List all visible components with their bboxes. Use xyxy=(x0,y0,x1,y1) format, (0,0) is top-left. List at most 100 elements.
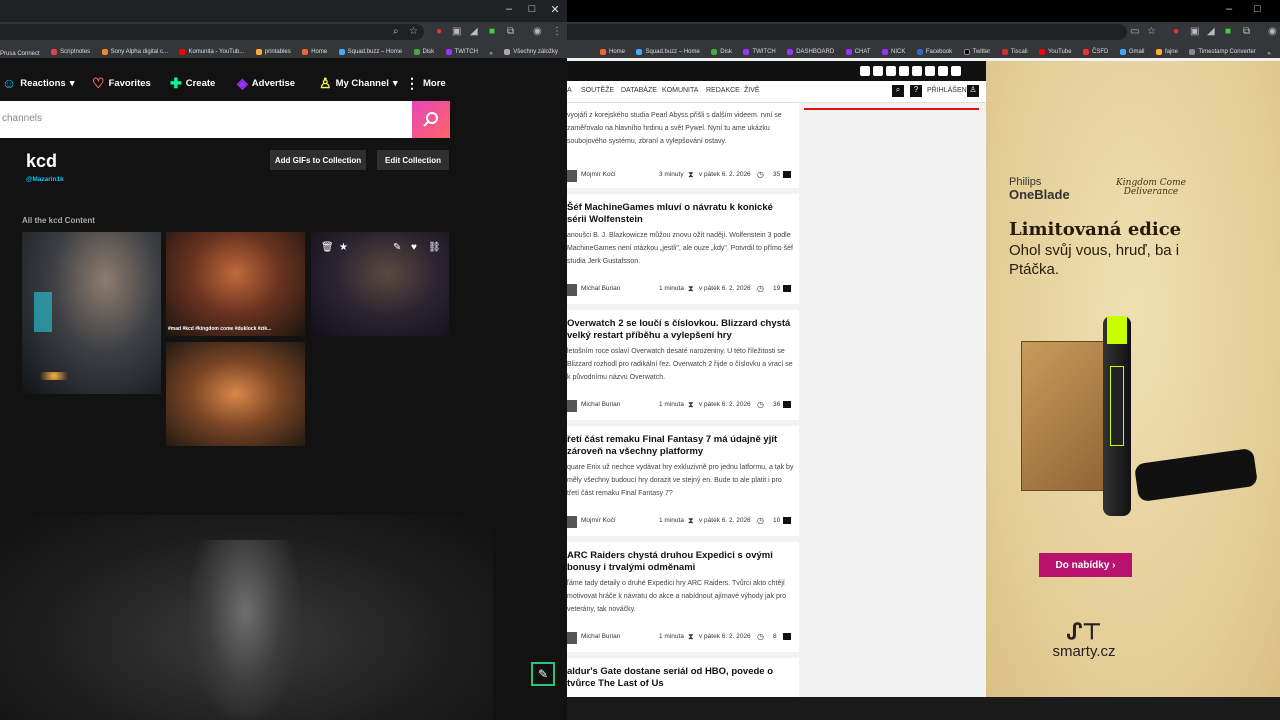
bookmark-folder[interactable]: Všechny záložky xyxy=(504,44,558,58)
extension-icon[interactable]: ▣ xyxy=(452,26,461,37)
user-icon[interactable]: ♙ xyxy=(967,85,979,97)
bookmark[interactable]: CHAT xyxy=(845,44,871,58)
bookmark[interactable]: Disk xyxy=(711,44,732,58)
nav-redakce[interactable]: REDAKCE xyxy=(706,87,740,94)
trash-icon[interactable]: 🗑 xyxy=(321,242,334,253)
bookmark[interactable]: printables xyxy=(255,44,291,58)
extension-icon[interactable]: ◢ xyxy=(1207,26,1215,37)
twitter-icon[interactable] xyxy=(912,66,922,76)
bookmark[interactable]: TWITCH xyxy=(445,44,478,58)
bookmark[interactable]: Home xyxy=(302,44,327,58)
zoom-icon[interactable]: ⌕ xyxy=(393,26,399,37)
rss-icon[interactable] xyxy=(951,66,961,76)
gif-tile-hovered[interactable]: 🗑 ★ ✎ ♥ ⛓ xyxy=(311,232,449,336)
channel-handle[interactable]: @Mazarin1k xyxy=(26,176,64,183)
search-button[interactable] xyxy=(412,101,450,138)
nav-zive[interactable]: ŽIVĚ xyxy=(744,87,760,94)
help-icon[interactable]: ? xyxy=(910,85,922,97)
bookmark[interactable]: Gmail xyxy=(1119,44,1144,58)
facebook-icon[interactable] xyxy=(899,66,909,76)
nav-advertise[interactable]: ◈ Advertise xyxy=(237,75,295,92)
extensions-puzzle-icon[interactable]: ⧉ xyxy=(507,26,514,37)
nav-databaze[interactable]: DATABÁZE xyxy=(621,87,657,94)
minimize-icon[interactable]: – xyxy=(1226,3,1232,15)
nav-komunita[interactable]: KOMUNITA xyxy=(662,87,698,94)
nav-favorites[interactable]: ♡ Favorites xyxy=(92,75,151,92)
address-bar[interactable] xyxy=(0,24,424,40)
nav-soutěže[interactable]: SOUTĚŽE xyxy=(581,87,614,94)
article-title[interactable]: Overwatch 2 se loučí s číslovkou. Blizza… xyxy=(567,318,795,342)
instagram-icon[interactable] xyxy=(886,66,896,76)
author-link[interactable]: Mojmír Kočí xyxy=(581,517,616,524)
ad-cta-button[interactable]: Do nabídky › xyxy=(1039,553,1132,577)
bookmark[interactable]: Home xyxy=(600,44,625,58)
nav-create[interactable]: ✚ Create xyxy=(170,75,215,92)
pencil-icon[interactable]: ✎ xyxy=(393,242,401,253)
profile-icon[interactable]: ◉ xyxy=(533,26,542,37)
maximize-icon[interactable]: □ xyxy=(1254,3,1261,15)
article-card[interactable]: Šéf MachineGames mluví o návratu k konic… xyxy=(567,194,799,304)
heart-icon[interactable]: ♥ xyxy=(411,242,417,253)
extension-icon[interactable]: ▣ xyxy=(1190,26,1199,37)
bookmark[interactable]: YouTube xyxy=(1038,44,1072,58)
bookmark[interactable]: Squad.buzz – Home xyxy=(338,44,402,58)
cast-icon[interactable]: ▭ xyxy=(1130,26,1139,37)
author-link[interactable]: Mojmír Kočí xyxy=(581,171,616,178)
bookmark[interactable]: ČSFD xyxy=(1083,44,1108,58)
extension-icon[interactable]: ■ xyxy=(489,26,495,37)
article-card[interactable]: řetí část remaku Final Fantasy 7 má údaj… xyxy=(567,426,799,536)
nav-arrow[interactable]: A xyxy=(567,87,572,94)
bookmarks-overflow-icon[interactable]: » xyxy=(1267,46,1270,58)
bookmark[interactable]: NICK xyxy=(882,44,905,58)
author-link[interactable]: Michal Burian xyxy=(581,401,620,408)
bookmark[interactable]: Komunita - YouTub... xyxy=(179,44,244,58)
article-title[interactable]: ARC Raiders chystá druhou Expedici s ový… xyxy=(567,550,795,574)
add-gifs-button[interactable]: Add GIFs to Collection xyxy=(270,150,366,170)
steam-icon[interactable] xyxy=(938,66,948,76)
extension-icon[interactable]: ◢ xyxy=(470,26,478,37)
article-title[interactable]: Šéf MachineGames mluví o návratu k konic… xyxy=(567,202,795,226)
bookmark[interactable]: Scriptnotes xyxy=(51,44,90,58)
profile-icon[interactable]: ◉ xyxy=(1268,26,1277,37)
discord-icon[interactable] xyxy=(925,66,935,76)
gif-tile[interactable] xyxy=(22,232,161,394)
gif-tile[interactable]: #mad #kcd #kingdom come #duklock #zik... xyxy=(166,232,305,336)
nav-more[interactable]: ⋮ More xyxy=(405,75,446,92)
twitch-icon[interactable] xyxy=(873,66,883,76)
search-icon[interactable]: ⌕ xyxy=(892,85,904,97)
gif-tile[interactable] xyxy=(166,342,305,446)
bookmark[interactable]: Facebook xyxy=(916,44,952,58)
search-input[interactable]: channels xyxy=(0,101,412,138)
article-title[interactable]: řetí část remaku Final Fantasy 7 má údaj… xyxy=(567,434,795,458)
nav-reactions[interactable]: ☺ Reactions ▾ xyxy=(2,75,74,91)
bookmark[interactable]: TWITCH xyxy=(743,44,776,58)
login-link[interactable]: PŘIHLÁŠENÍ xyxy=(927,87,969,94)
bookmark[interactable]: fajne xyxy=(1155,44,1178,58)
extension-icon[interactable]: ● xyxy=(436,26,442,37)
bookmarks-overflow-icon[interactable]: » xyxy=(489,46,492,58)
extension-icon[interactable]: ● xyxy=(1173,26,1179,37)
article-card[interactable]: ARC Raiders chystá druhou Expedici s ový… xyxy=(567,542,799,652)
menu-icon[interactable]: ⋮ xyxy=(552,26,562,37)
bookmark[interactable]: Prusa Connect xyxy=(0,46,40,58)
bookmark[interactable]: Squad.buzz – Home xyxy=(636,44,700,58)
bookmark[interactable]: Sony Alpha digital c... xyxy=(101,44,168,58)
author-link[interactable]: Michal Burian xyxy=(581,285,620,292)
article-card[interactable]: aldur's Gate dostane seriál od HBO, pove… xyxy=(567,658,799,697)
minimize-icon[interactable]: – xyxy=(497,3,521,15)
bookmark[interactable]: Twitter xyxy=(963,44,990,58)
star-icon[interactable]: ★ xyxy=(339,242,348,253)
edit-pencil-button[interactable]: ✎ xyxy=(531,662,555,686)
address-bar[interactable] xyxy=(567,24,1127,40)
author-link[interactable]: Michal Burian xyxy=(581,633,620,640)
youtube-icon[interactable] xyxy=(860,66,870,76)
close-icon[interactable]: ✕ xyxy=(543,3,567,16)
extension-icon[interactable]: ■ xyxy=(1225,26,1231,37)
bookmark[interactable]: Timestamp Converter xyxy=(1189,44,1256,58)
edit-collection-button[interactable]: Edit Collection xyxy=(377,150,449,170)
article-card[interactable]: vyojáři z korejského studia Pearl Abyss … xyxy=(567,103,799,188)
bookmark[interactable]: Tiscali xyxy=(1001,44,1028,58)
bookmark[interactable]: Disk xyxy=(413,44,434,58)
link-icon[interactable]: ⛓ xyxy=(428,242,441,253)
article-card[interactable]: Overwatch 2 se loučí s číslovkou. Blizza… xyxy=(567,310,799,420)
